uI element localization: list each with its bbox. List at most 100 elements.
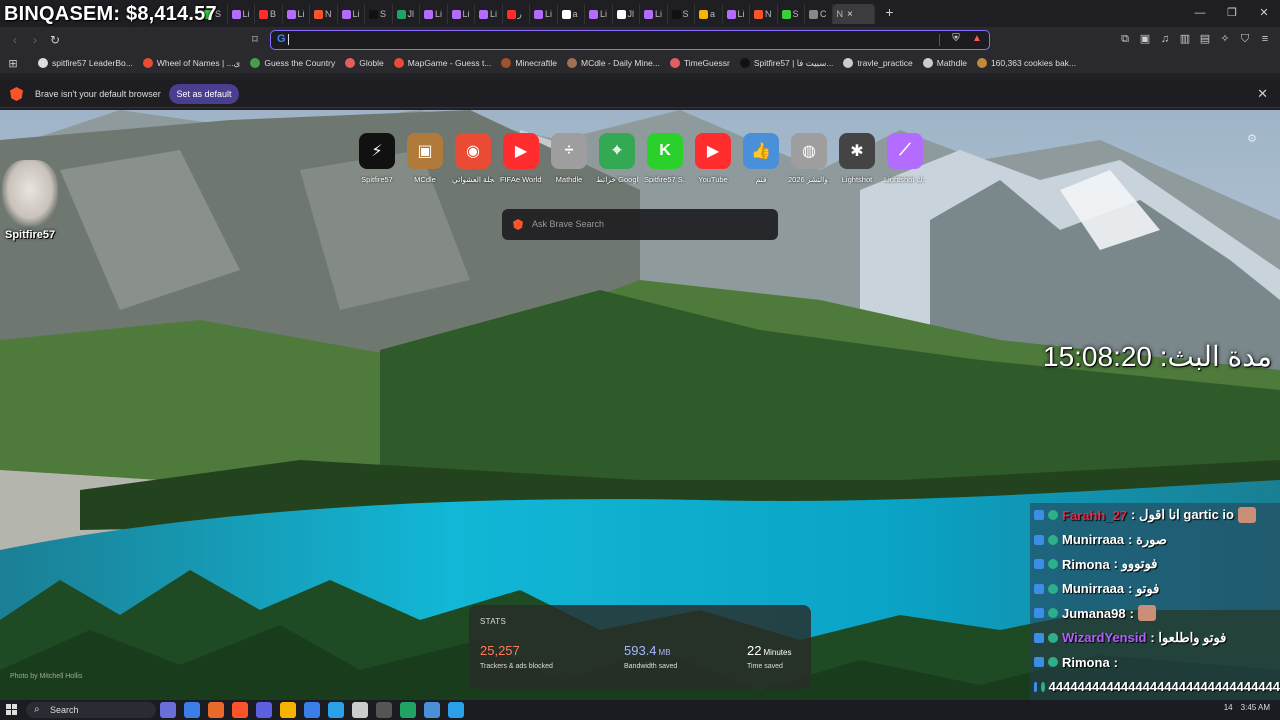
bookmark-item[interactable]: TimeGuessr (669, 58, 730, 68)
top-site-tile[interactable]: ▣ MCdle (404, 133, 446, 184)
browser-tab[interactable]: S (778, 4, 805, 24)
top-site-label: YouTube (698, 175, 728, 184)
set-as-default-button[interactable]: Set as default (169, 84, 239, 104)
browser-tab[interactable]: Li (640, 4, 668, 24)
back-button[interactable]: ‹ (6, 31, 24, 49)
chat-badge-icon (1034, 657, 1044, 668)
taskbar-app-icon[interactable] (352, 702, 368, 718)
browser-tab[interactable]: ر (503, 4, 530, 24)
bookmark-item[interactable]: Globle (345, 58, 384, 68)
brave-search-box[interactable]: Ask Brave Search (502, 209, 778, 240)
top-site-tile[interactable]: ⚡ Spitfire57 (356, 133, 398, 184)
browser-tab[interactable]: a (558, 4, 585, 24)
maximize-button[interactable]: ❐ (1216, 0, 1248, 27)
taskbar-app-icon[interactable] (160, 702, 176, 718)
browser-tab[interactable]: N (310, 4, 338, 24)
address-bar[interactable]: G ⛨ ▲ (270, 30, 990, 50)
chat-message: Farahh_27: انا اقول gartic io (1030, 503, 1280, 528)
extensions-icon[interactable]: ⧉ (1118, 32, 1132, 46)
browser-tab[interactable]: Li (475, 4, 503, 24)
browser-tab-active[interactable]: N × (832, 4, 875, 24)
browser-tab[interactable]: Li (338, 4, 365, 24)
leo-ai-icon[interactable]: ✧ (1218, 32, 1232, 46)
tab-title: Li (242, 9, 250, 19)
tab-list: S Li B Li N Li S Jl Li Li Li ر Li a Li Jl Li Sa Li N S C N × + (200, 4, 901, 24)
browser-tab[interactable]: Li (723, 4, 750, 24)
browser-tab[interactable]: a (695, 4, 723, 24)
taskbar-app-icon[interactable] (184, 702, 200, 718)
slides-icon (699, 9, 708, 19)
browser-tab[interactable]: Li (228, 4, 255, 24)
media-icon[interactable]: ♫ (1158, 32, 1172, 46)
chat-message: Jumana98: (1030, 601, 1280, 626)
bookmark-item[interactable]: MapGame - Guess t... (393, 58, 491, 68)
taskbar-app-icon[interactable] (304, 702, 320, 718)
brave-shields-icon[interactable]: ⛨ (949, 32, 963, 46)
bookmark-favicon-icon (922, 58, 933, 68)
taskbar-app-icon[interactable] (448, 702, 464, 718)
taskbar-app-icon[interactable] (256, 702, 272, 718)
browser-tab[interactable]: Li (283, 4, 310, 24)
browser-tab[interactable]: Li (448, 4, 475, 24)
browser-tab[interactable]: B (255, 4, 283, 24)
taskbar-app-icon[interactable] (376, 702, 392, 718)
taskbar-app-icon[interactable] (232, 702, 248, 718)
top-site-tile[interactable]: 👍 قنم (740, 133, 782, 184)
tab-close-icon[interactable]: × (847, 9, 853, 20)
minimize-button[interactable]: — (1184, 0, 1216, 27)
start-button[interactable] (6, 704, 18, 716)
menu-icon[interactable]: ≡ (1258, 32, 1272, 46)
feather-icon (451, 9, 461, 19)
top-site-tile[interactable]: ✱ Lightshot (836, 133, 878, 184)
vpn-icon[interactable]: ⛉ (1238, 32, 1252, 46)
top-site-tile[interactable]: K Spitfire57 S... (644, 133, 686, 184)
browser-tab[interactable]: Li (420, 4, 448, 24)
top-site-tile[interactable]: ⌖ خرائط Google (596, 133, 638, 184)
wallet-icon[interactable]: ▣ (1138, 32, 1152, 46)
ntp-settings-icon[interactable]: ⚙ (1247, 132, 1257, 145)
new-tab-button[interactable]: + (879, 4, 901, 24)
taskbar-app-icon[interactable] (208, 702, 224, 718)
bookmark-item[interactable]: Guess the Country (250, 58, 335, 68)
taskbar-apps (160, 702, 464, 718)
top-site-tile[interactable]: ÷ Mathdle (548, 133, 590, 184)
brave-rewards-icon[interactable]: ▲ (970, 32, 984, 46)
bookmark-item[interactable]: Mathdle (922, 58, 967, 68)
reload-button[interactable]: ↻ (46, 31, 64, 49)
top-site-tile[interactable]: ▶ YouTube (692, 133, 734, 184)
bookmark-item[interactable]: Minecraftle (501, 58, 557, 68)
infobar-close-icon[interactable]: ✕ (1257, 86, 1268, 102)
wallet-panel-icon[interactable]: ▤ (1198, 32, 1212, 46)
taskbar-app-icon[interactable] (400, 702, 416, 718)
browser-tab[interactable]: Li (530, 4, 558, 24)
forward-button[interactable]: › (26, 31, 44, 49)
browser-tab[interactable]: Jl (393, 4, 420, 24)
browser-tab[interactable]: S (668, 4, 695, 24)
top-site-tile[interactable]: ⟋ Lightshot ك... (884, 133, 926, 184)
taskbar-clock[interactable]: 3:45 AM (1241, 703, 1270, 712)
top-site-tile[interactable]: ▶ FIFAe World... (500, 133, 542, 184)
bookmark-item[interactable]: Spitfire57 | سبيت فا... (739, 58, 833, 69)
apps-grid-icon[interactable]: ⊞ (6, 57, 20, 70)
system-tray: 14 3:45 AM (1224, 703, 1270, 712)
taskbar-app-icon[interactable] (280, 702, 296, 718)
bookmark-item[interactable]: MCdle - Daily Mine... (566, 58, 660, 68)
browser-tab[interactable]: Jl (613, 4, 640, 24)
close-window-button[interactable]: ✕ (1248, 0, 1280, 27)
taskbar-app-icon[interactable] (328, 702, 344, 718)
top-site-tile[interactable]: ◉ عجلة العشوائي (452, 133, 494, 184)
sidebar-icon[interactable]: ▥ (1178, 32, 1192, 46)
taskbar-app-icon[interactable] (424, 702, 440, 718)
bookmark-item[interactable]: travle_practice (843, 58, 913, 68)
top-site-tile[interactable]: ◍ والنشر 2026... (788, 133, 830, 184)
bookmark-item[interactable]: spitfire57 LeaderBo... (38, 58, 133, 68)
bookmark-icon[interactable]: ⌑ (246, 31, 264, 49)
bookmark-item[interactable]: Wheel of Names | ...ی (142, 58, 240, 69)
taskbar-search[interactable]: ⌕ Search (26, 702, 156, 718)
browser-tab[interactable]: Li (585, 4, 613, 24)
feather-icon (589, 9, 598, 19)
browser-tab[interactable]: N (750, 4, 778, 24)
browser-tab[interactable]: S (365, 4, 393, 24)
browser-tab[interactable]: C (805, 4, 833, 24)
bookmark-item[interactable]: 160,363 cookies bak... (976, 58, 1076, 68)
